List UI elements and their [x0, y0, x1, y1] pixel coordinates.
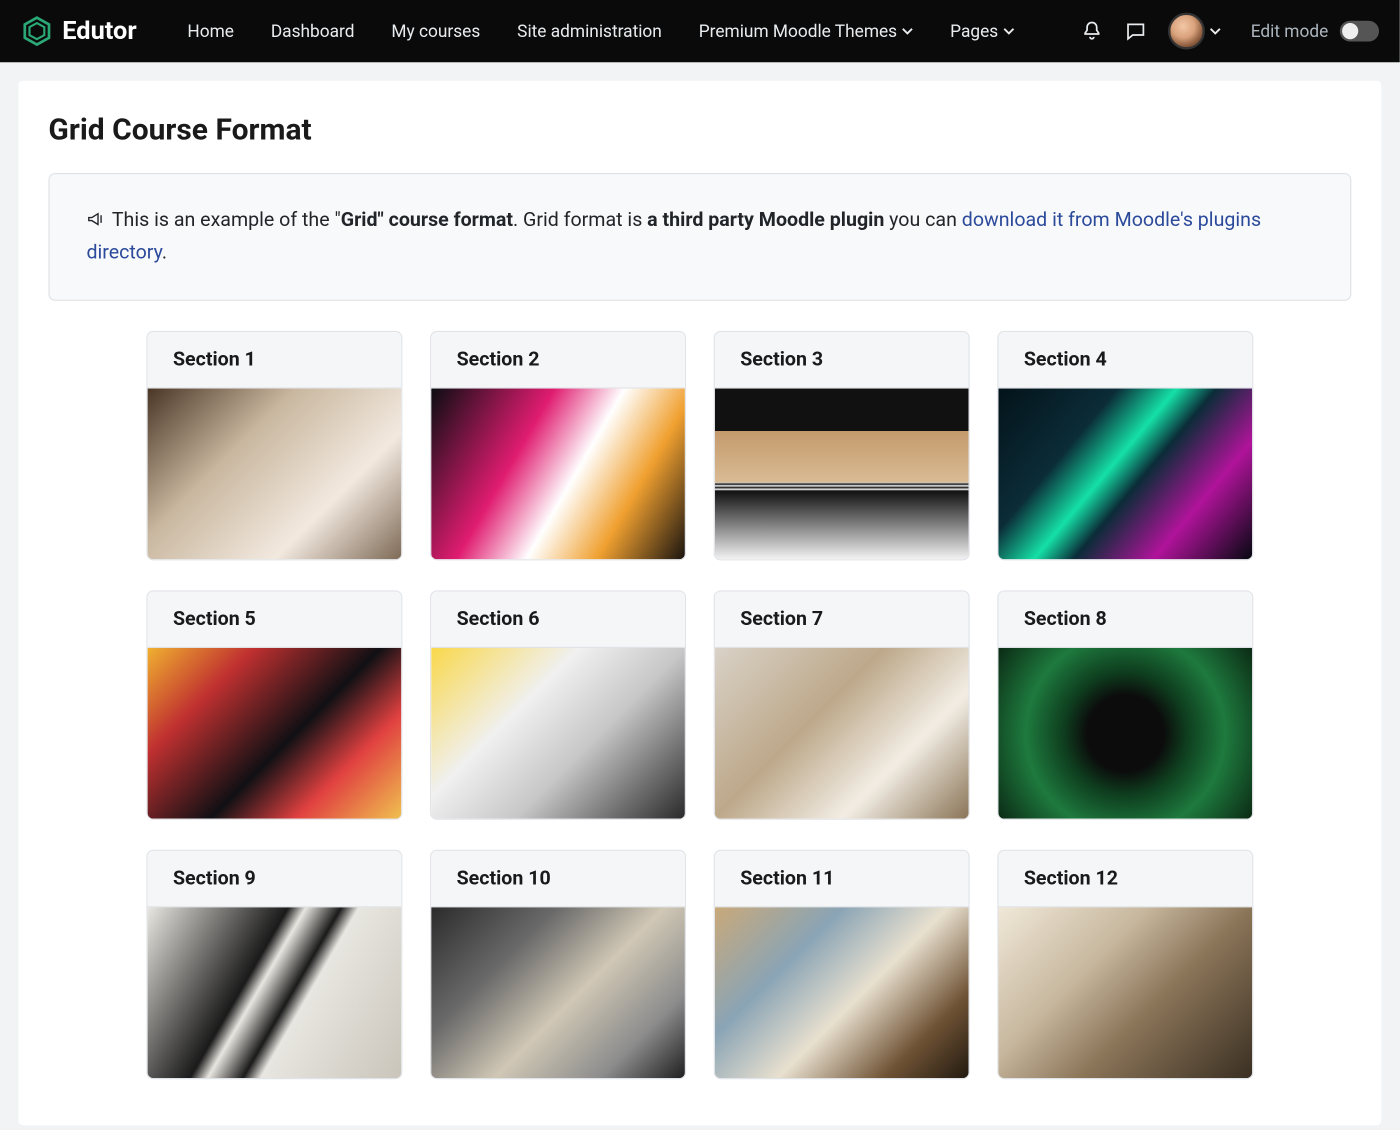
section-thumbnail — [998, 907, 1252, 1078]
section-label: Section 3 — [715, 332, 969, 388]
notice-period: . — [162, 240, 167, 263]
section-card-10[interactable]: Section 10 — [430, 850, 686, 1079]
brand-logo-icon — [21, 15, 53, 47]
section-label: Section 8 — [998, 591, 1252, 647]
nav-premium-themes[interactable]: Premium Moodle Themes — [680, 12, 931, 51]
section-label: Section 2 — [431, 332, 685, 388]
section-label: Section 4 — [998, 332, 1252, 388]
notifications-button[interactable] — [1080, 20, 1103, 43]
section-thumbnail — [715, 389, 969, 560]
nav-pages-label: Pages — [950, 21, 998, 42]
nav-links: Home Dashboard My courses Site administr… — [169, 12, 1033, 51]
nav-home[interactable]: Home — [169, 12, 252, 51]
section-thumbnail — [148, 389, 402, 560]
section-label: Section 11 — [715, 851, 969, 907]
nav-my-courses-label: My courses — [391, 21, 480, 42]
edit-mode-label: Edit mode — [1251, 21, 1329, 42]
nav-icons — [1080, 13, 1221, 50]
section-card-5[interactable]: Section 5 — [146, 590, 402, 819]
info-notice: This is an example of the "Grid" course … — [48, 173, 1351, 301]
section-card-8[interactable]: Section 8 — [997, 590, 1253, 819]
notice-bold-1: Grid" course format — [341, 209, 513, 232]
top-navbar: Edutor Home Dashboard My courses Site ad… — [0, 0, 1400, 62]
section-card-7[interactable]: Section 7 — [714, 590, 970, 819]
section-label: Section 1 — [148, 332, 402, 388]
section-card-9[interactable]: Section 9 — [146, 850, 402, 1079]
section-thumbnail — [148, 648, 402, 819]
chat-icon — [1124, 20, 1147, 43]
edit-mode-toggle[interactable] — [1340, 21, 1379, 42]
sections-grid: Section 1 Section 2 Section 3 Section 4 … — [48, 331, 1351, 1079]
nav-my-courses[interactable]: My courses — [373, 12, 499, 51]
section-label: Section 9 — [148, 851, 402, 907]
nav-home-label: Home — [187, 21, 234, 42]
section-thumbnail — [998, 389, 1252, 560]
notice-text-post: you can — [884, 209, 961, 232]
section-thumbnail — [998, 648, 1252, 819]
section-label: Section 7 — [715, 591, 969, 647]
nav-site-admin[interactable]: Site administration — [499, 12, 681, 51]
edit-mode-control: Edit mode — [1251, 21, 1379, 42]
nav-dashboard-label: Dashboard — [271, 21, 355, 42]
section-thumbnail — [431, 648, 685, 819]
section-card-1[interactable]: Section 1 — [146, 331, 402, 560]
section-thumbnail — [715, 648, 969, 819]
chevron-down-icon — [1209, 25, 1221, 37]
page-container: Grid Course Format This is an example of… — [18, 81, 1381, 1126]
section-thumbnail — [431, 389, 685, 560]
notice-text-pre: This is an example of the " — [112, 209, 341, 232]
section-card-12[interactable]: Section 12 — [997, 850, 1253, 1079]
section-thumbnail — [431, 907, 685, 1078]
bell-icon — [1080, 20, 1103, 43]
section-card-11[interactable]: Section 11 — [714, 850, 970, 1079]
section-card-2[interactable]: Section 2 — [430, 331, 686, 560]
nav-premium-themes-label: Premium Moodle Themes — [699, 21, 897, 42]
page-title: Grid Course Format — [48, 113, 1351, 148]
notice-bold-2: a third party Moodle plugin — [647, 209, 884, 232]
megaphone-icon — [86, 209, 104, 238]
section-label: Section 12 — [998, 851, 1252, 907]
section-thumbnail — [715, 907, 969, 1078]
brand[interactable]: Edutor — [21, 15, 137, 47]
nav-pages[interactable]: Pages — [932, 12, 1033, 51]
nav-dashboard[interactable]: Dashboard — [252, 12, 373, 51]
section-card-4[interactable]: Section 4 — [997, 331, 1253, 560]
section-thumbnail — [148, 907, 402, 1078]
messages-button[interactable] — [1124, 20, 1147, 43]
section-card-3[interactable]: Section 3 — [714, 331, 970, 560]
avatar — [1168, 13, 1205, 50]
chevron-down-icon — [902, 25, 914, 37]
section-label: Section 6 — [431, 591, 685, 647]
section-card-6[interactable]: Section 6 — [430, 590, 686, 819]
section-label: Section 10 — [431, 851, 685, 907]
notice-text-mid: . Grid format is — [513, 209, 647, 232]
nav-site-admin-label: Site administration — [517, 21, 662, 42]
section-label: Section 5 — [148, 591, 402, 647]
chevron-down-icon — [1003, 25, 1015, 37]
user-menu[interactable] — [1168, 13, 1221, 50]
brand-name: Edutor — [62, 17, 136, 46]
